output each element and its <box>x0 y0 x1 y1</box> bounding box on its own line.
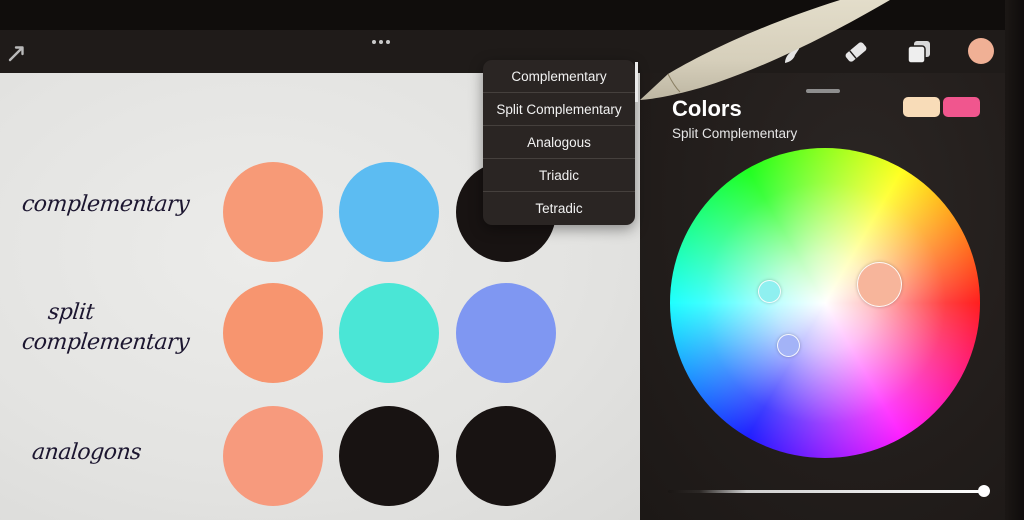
primary-color-handle[interactable] <box>857 262 902 307</box>
secondary-color-swatch[interactable] <box>943 97 980 117</box>
menu-item-analogous[interactable]: Analogous <box>483 126 635 159</box>
panel-grabber-handle[interactable] <box>806 89 840 93</box>
saturation-overlay <box>670 148 980 458</box>
split-color-handle-2[interactable] <box>777 334 800 357</box>
menu-item-complementary[interactable]: Complementary <box>483 60 635 93</box>
menu-item-split-complementary[interactable]: Split Complementary <box>483 93 635 126</box>
harmony-mode-button[interactable]: Split Complementary <box>672 126 797 141</box>
harmony-mode-menu: Complementary Split Complementary Analog… <box>483 60 635 225</box>
dot <box>379 40 383 44</box>
panel-title: Colors <box>672 96 742 121</box>
selection-arrow-icon[interactable] <box>8 44 26 62</box>
color-circle <box>456 283 556 383</box>
dot <box>372 40 376 44</box>
menu-anchor-indicator <box>635 62 638 102</box>
active-color-button[interactable] <box>968 38 994 64</box>
brightness-slider[interactable] <box>668 490 984 493</box>
handwritten-label-complementary-2: complementary <box>20 330 191 355</box>
color-circle <box>223 406 323 506</box>
color-circle <box>339 162 439 262</box>
split-color-handle-1[interactable] <box>758 280 781 303</box>
primary-color-swatch[interactable] <box>903 97 940 117</box>
smudge-icon[interactable] <box>782 43 804 65</box>
color-circle <box>223 283 323 383</box>
brightness-slider-knob[interactable] <box>978 485 990 497</box>
dot <box>386 40 390 44</box>
color-circle <box>456 406 556 506</box>
menu-item-triadic[interactable]: Triadic <box>483 159 635 192</box>
more-options-icon[interactable] <box>372 40 392 48</box>
color-circle <box>339 406 439 506</box>
handwritten-label-analogous: analogons <box>30 440 143 465</box>
device-bezel-top <box>0 0 1024 30</box>
menu-item-tetradic[interactable]: Tetradic <box>483 192 635 225</box>
layers-icon[interactable] <box>906 39 932 65</box>
device-bezel-right <box>1005 0 1024 520</box>
handwritten-label-complementary: complementary <box>20 192 191 217</box>
color-circle <box>339 283 439 383</box>
color-circle <box>223 162 323 262</box>
harmony-color-wheel[interactable] <box>670 148 980 458</box>
handwritten-label-split: split <box>46 300 96 325</box>
eraser-icon[interactable] <box>843 40 869 64</box>
